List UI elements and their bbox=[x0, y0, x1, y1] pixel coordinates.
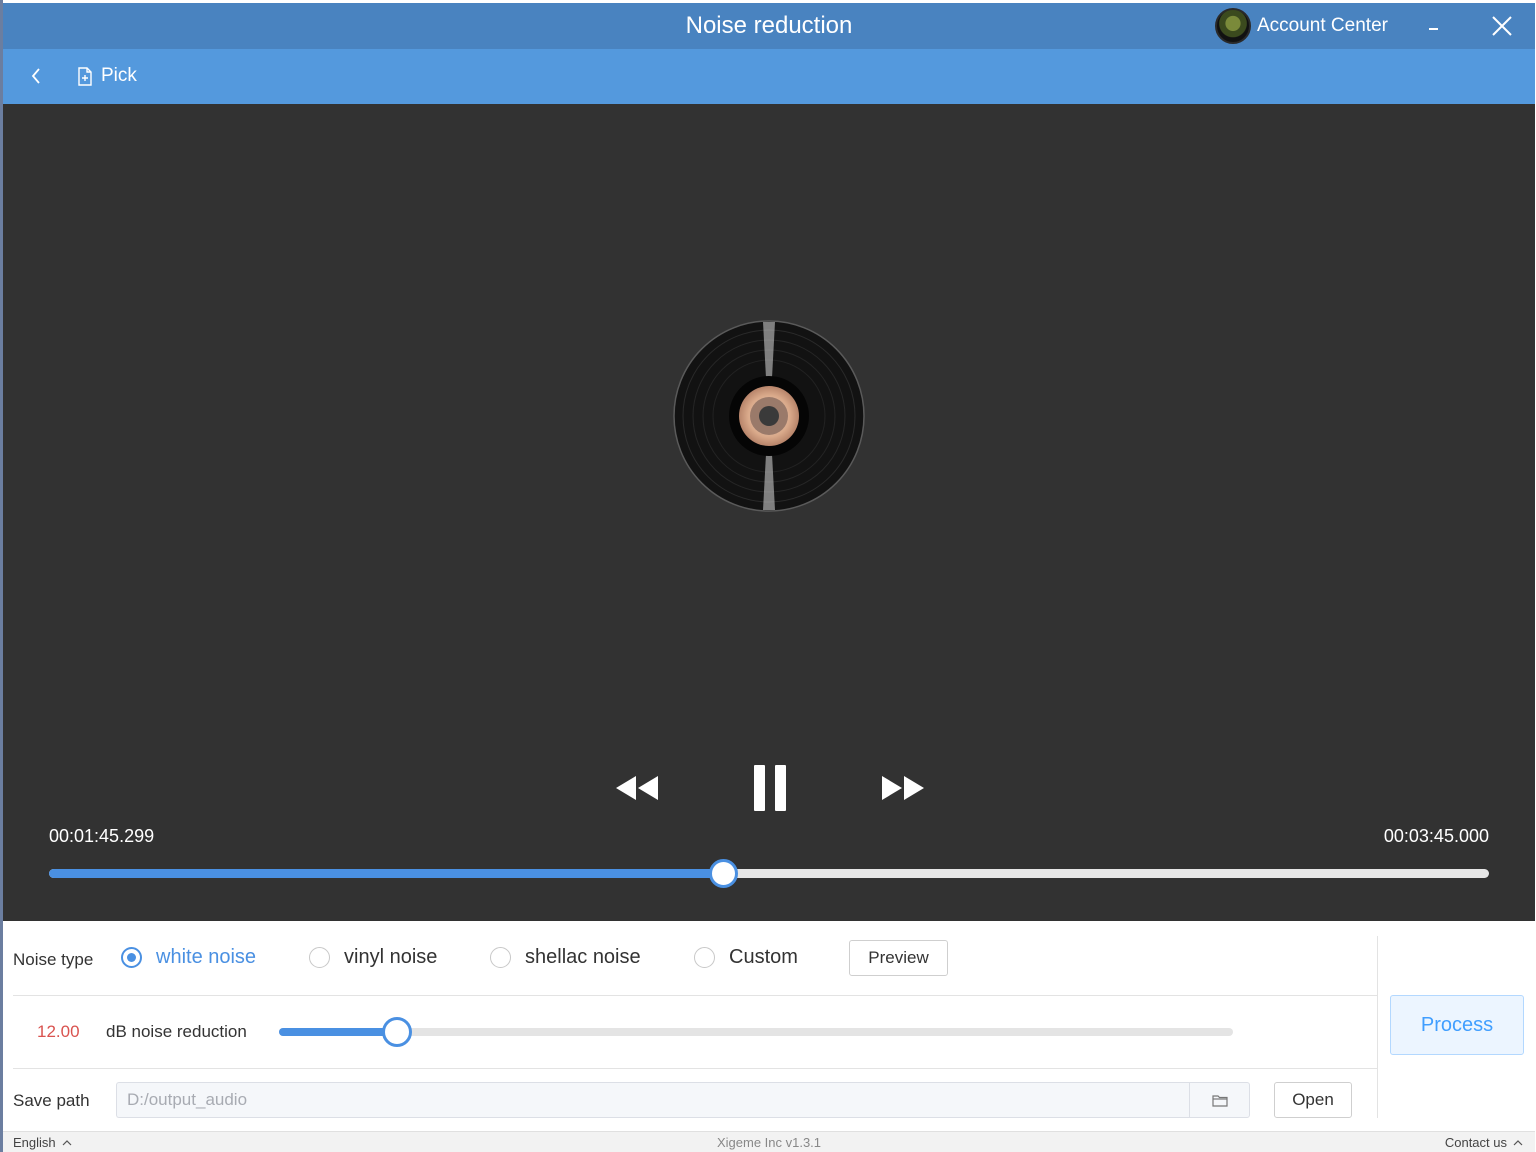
radio-dot bbox=[694, 947, 715, 968]
db-reduction-fill bbox=[279, 1028, 398, 1036]
minimize-icon bbox=[1429, 28, 1438, 30]
save-path-input[interactable] bbox=[116, 1082, 1189, 1118]
status-bar: English Xigeme Inc v1.3.1 Contact us bbox=[3, 1131, 1535, 1152]
pause-icon bbox=[754, 765, 786, 811]
version-label: Xigeme Inc v1.3.1 bbox=[716, 1135, 822, 1150]
save-path-label: Save path bbox=[13, 1091, 90, 1110]
db-reduction-handle[interactable] bbox=[382, 1017, 413, 1047]
open-folder-button[interactable]: Open bbox=[1274, 1082, 1352, 1118]
rewind-button[interactable] bbox=[609, 764, 665, 812]
fast-forward-button[interactable] bbox=[875, 764, 931, 812]
playback-progress-fill bbox=[49, 869, 723, 878]
radio-label: Custom bbox=[729, 946, 798, 968]
audio-player: 00:01:45.299 00:03:45.000 bbox=[3, 104, 1535, 921]
radio-shellac-noise[interactable]: shellac noise bbox=[490, 946, 641, 969]
contact-label: Contact us bbox=[1444, 1135, 1507, 1150]
radio-white-noise[interactable]: white noise bbox=[121, 946, 256, 969]
preview-button[interactable]: Preview bbox=[849, 940, 948, 976]
toolbar: Pick bbox=[3, 49, 1535, 104]
db-reduction-label: dB noise reduction bbox=[106, 1022, 247, 1041]
db-reduction-value: 12.00 bbox=[37, 1022, 80, 1041]
radio-dot bbox=[309, 947, 330, 968]
radio-label: vinyl noise bbox=[344, 946, 438, 968]
contact-us-button[interactable]: Contact us bbox=[1445, 1135, 1523, 1150]
pick-label: Pick bbox=[101, 65, 137, 86]
playback-progress-handle[interactable] bbox=[708, 859, 738, 888]
noise-type-label: Noise type bbox=[13, 950, 94, 969]
playback-progress-slider[interactable] bbox=[49, 859, 1489, 888]
vertical-divider bbox=[1377, 936, 1378, 1118]
divider bbox=[13, 1068, 1377, 1069]
current-time: 00:01:45.299 bbox=[49, 826, 155, 846]
close-button[interactable] bbox=[1479, 3, 1525, 49]
minimize-button[interactable] bbox=[1411, 3, 1457, 49]
db-reduction-slider[interactable] bbox=[279, 1017, 1233, 1047]
settings-panel: Noise type white noise vinyl noise shell… bbox=[3, 921, 1535, 1131]
rewind-icon bbox=[616, 776, 658, 800]
total-time: 00:03:45.000 bbox=[1383, 826, 1489, 846]
back-button[interactable] bbox=[21, 61, 51, 91]
radio-vinyl-noise[interactable]: vinyl noise bbox=[309, 946, 437, 969]
close-icon bbox=[1492, 16, 1512, 36]
browse-folder-button[interactable] bbox=[1189, 1082, 1250, 1118]
radio-custom[interactable]: Custom bbox=[694, 946, 798, 969]
radio-dot bbox=[121, 947, 142, 968]
radio-label: white noise bbox=[156, 946, 257, 968]
folder-icon bbox=[1211, 1094, 1228, 1107]
vinyl-record-icon bbox=[673, 320, 865, 512]
radio-dot bbox=[490, 947, 511, 968]
account-center-label: Account Center bbox=[1257, 15, 1388, 36]
account-center-button[interactable]: Account Center bbox=[1215, 7, 1388, 45]
file-add-icon bbox=[78, 66, 92, 86]
pick-button[interactable]: Pick bbox=[77, 61, 137, 91]
fast-forward-icon bbox=[882, 776, 924, 800]
user-avatar-icon bbox=[1215, 8, 1251, 44]
radio-label: shellac noise bbox=[525, 946, 641, 968]
divider bbox=[13, 995, 1377, 996]
process-button[interactable]: Process bbox=[1390, 995, 1524, 1055]
title-bar: Noise reduction Account Center bbox=[3, 3, 1535, 49]
pause-button[interactable] bbox=[745, 760, 795, 816]
chevron-up-icon bbox=[1513, 1140, 1523, 1146]
chevron-left-icon bbox=[31, 68, 40, 84]
